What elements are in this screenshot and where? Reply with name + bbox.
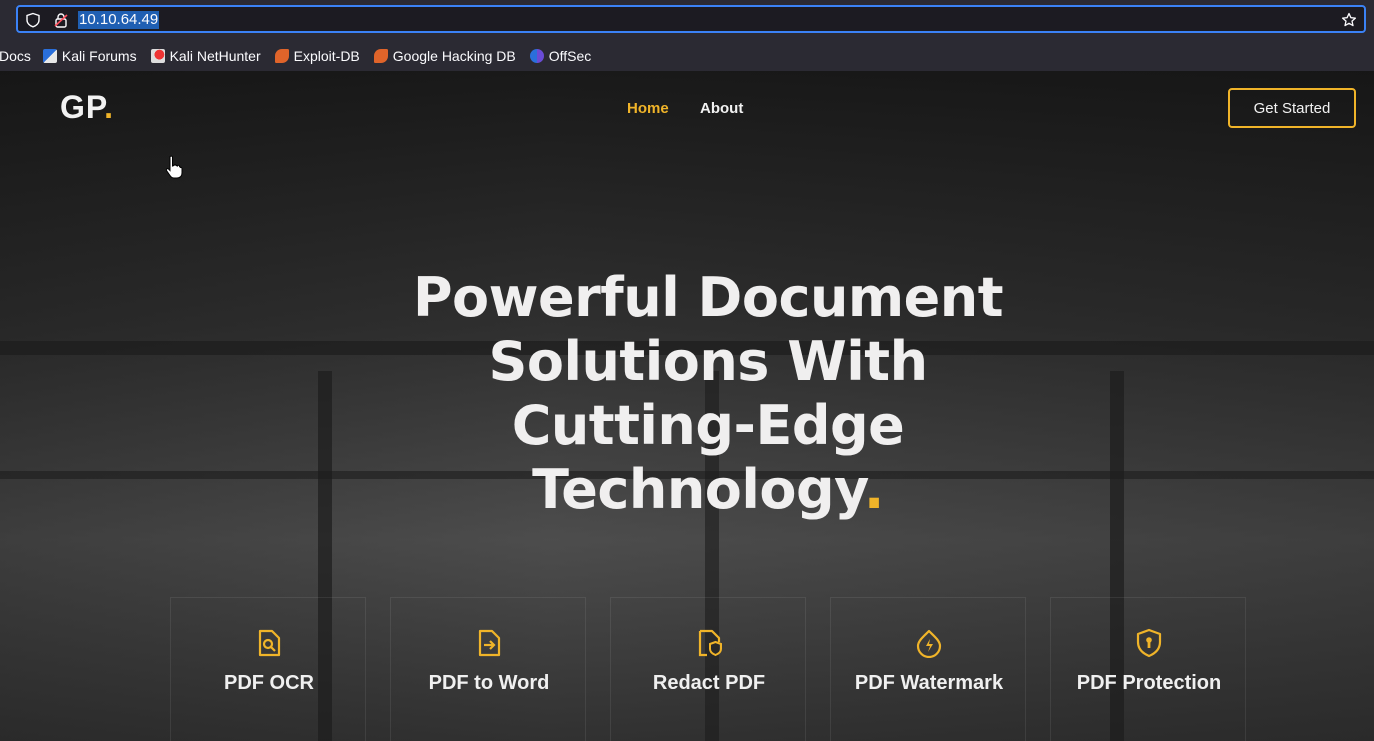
hero-line: Cutting-Edge	[511, 394, 905, 457]
bolt-icon	[916, 629, 942, 658]
bookmark-kali-nethunter[interactable]: Kali NetHunter	[150, 48, 261, 64]
shield-lock-icon	[1136, 628, 1162, 658]
url-text[interactable]: 10.10.64.49	[78, 11, 160, 29]
kali-nethunter-icon	[150, 49, 165, 63]
site-logo[interactable]: GP.	[60, 89, 114, 126]
bookmark-label: Exploit-DB	[293, 48, 360, 64]
hero-line: Powerful Document	[412, 266, 1004, 329]
hand-pointer-cursor-icon	[165, 155, 183, 179]
feature-pdf-ocr[interactable]: PDF OCR	[170, 597, 366, 741]
nav-link-about[interactable]: About	[700, 100, 743, 117]
bookmark-docs[interactable]: Docs	[0, 48, 31, 64]
insecure-lock-icon[interactable]	[53, 12, 69, 28]
feature-list: PDF OCR PDF to Word Redact PDF PDF Water…	[170, 597, 1250, 741]
feature-label: Redact PDF	[652, 672, 766, 694]
browser-toolbar: 10.10.64.49	[0, 0, 1374, 41]
bookmarks-toolbar: Docs Kali Forums Kali NetHunter Exploit-…	[0, 41, 1374, 71]
feature-pdf-watermark[interactable]: PDF Watermark	[830, 597, 1026, 741]
exploit-db-icon	[274, 49, 289, 63]
bookmark-label: Docs	[0, 48, 31, 64]
feature-label: PDF to Word	[428, 672, 550, 694]
logo-dot: .	[104, 89, 114, 125]
bookmark-offsec[interactable]: OffSec	[529, 48, 592, 64]
google-hacking-db-icon	[373, 49, 388, 63]
url-bar[interactable]: 10.10.64.49	[16, 5, 1366, 33]
nav-link-home[interactable]: Home	[627, 100, 669, 117]
hero-title: Powerful Document Solutions With Cutting…	[380, 266, 1036, 522]
web-page: GP. Home About Get Started Powerful Docu…	[0, 71, 1374, 741]
feature-redact-pdf[interactable]: Redact PDF	[610, 597, 806, 741]
file-arrow-icon	[478, 629, 501, 657]
hero-line: Solutions With	[488, 330, 928, 393]
bookmark-google-hacking-db[interactable]: Google Hacking DB	[373, 48, 516, 64]
hero-dot: .	[863, 458, 885, 521]
bookmark-label: Kali Forums	[61, 48, 137, 64]
bookmark-label: Kali NetHunter	[169, 48, 261, 64]
feature-label: PDF Watermark	[854, 672, 1004, 694]
bookmark-kali-forums[interactable]: Kali Forums	[42, 48, 137, 64]
offsec-icon	[529, 49, 544, 63]
tracking-shield-icon[interactable]	[25, 12, 41, 28]
bookmark-exploit-db[interactable]: Exploit-DB	[274, 48, 360, 64]
get-started-button[interactable]: Get Started	[1228, 88, 1356, 128]
feature-label: PDF OCR	[224, 672, 314, 694]
file-shield-icon	[698, 629, 722, 657]
feature-pdf-to-word[interactable]: PDF to Word	[390, 597, 586, 741]
bookmark-label: Google Hacking DB	[392, 48, 516, 64]
hero-line: Technology	[532, 458, 864, 521]
kali-forums-icon	[42, 49, 57, 63]
site-navbar: GP. Home About Get Started	[0, 71, 1374, 145]
feature-pdf-protection[interactable]: PDF Protection	[1050, 597, 1246, 741]
logo-text: GP	[60, 89, 105, 125]
bookmark-star-icon[interactable]	[1341, 12, 1357, 28]
bookmark-label: OffSec	[548, 48, 592, 64]
file-search-icon	[258, 629, 281, 657]
feature-label: PDF Protection	[1076, 672, 1222, 694]
